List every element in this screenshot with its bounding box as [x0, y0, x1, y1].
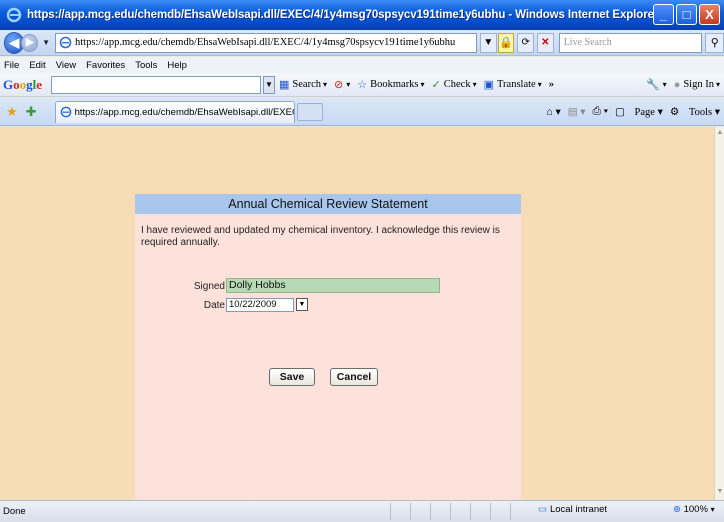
vertical-scrollbar[interactable]: ▲ ▼ [714, 127, 724, 500]
security-zone[interactable]: ▭ Local intranet [538, 504, 607, 515]
menu-edit[interactable]: Edit [29, 60, 45, 71]
page-icon [59, 36, 72, 49]
statement-text: I have reviewed and updated my chemical … [141, 225, 500, 248]
refresh-button[interactable]: ⟳ [517, 32, 534, 53]
translate-button[interactable]: ▣ Translate ▾ [484, 78, 542, 91]
menu-file[interactable]: File [4, 60, 19, 71]
page-menu-button[interactable]: ▢ Page ▾ [615, 106, 663, 118]
google-search-input[interactable] [51, 75, 261, 94]
menu-help[interactable]: Help [167, 60, 187, 71]
address-bar-row: ◀ ▶ ▼ https://app.mcg.edu/chemdb/EhsaWeb… [0, 30, 724, 56]
form-heading: Annual Chemical Review Statement [135, 194, 521, 214]
scroll-up-icon[interactable]: ▲ [716, 129, 724, 139]
window-title-bar: https://app.mcg.edu/chemdb/EhsaWebIsapi.… [0, 0, 724, 30]
popup-blocker-icon: ⊘ [334, 79, 344, 91]
date-field[interactable]: 10/22/2009 [226, 298, 294, 312]
signed-label: Signed [193, 281, 225, 292]
google-search-button[interactable]: ▦ Search ▾ [279, 78, 327, 91]
cancel-button[interactable]: Cancel [330, 368, 378, 386]
review-form-panel: Annual Chemical Review Statement I have … [135, 194, 521, 500]
google-toolbar: Google ▼ ▦ Search ▾ ⊘ ▾ ☆ Bookmarks ▾ ✓ Check ▾… [0, 73, 724, 97]
signed-field[interactable]: Dolly Hobbs [226, 278, 440, 293]
zoom-level[interactable]: ⊕ 100% ▾ [673, 504, 715, 515]
address-input[interactable]: https://app.mcg.edu/chemdb/EhsaWebIsapi.… [54, 32, 477, 53]
scroll-down-icon[interactable]: ▼ [716, 488, 724, 498]
menu-view[interactable]: View [56, 60, 76, 71]
live-search-input[interactable]: Live Search [558, 32, 703, 53]
user-icon: ● [673, 78, 681, 91]
maximize-button[interactable]: □ [676, 4, 697, 25]
bookmarks-button[interactable]: ☆ Bookmarks ▾ [357, 78, 424, 91]
stop-button[interactable]: ✕ [537, 32, 554, 53]
tools-menu-button[interactable]: ⚙ Tools ▾ [670, 106, 720, 118]
spellcheck-icon: ✓ [431, 79, 441, 91]
date-label: Date [203, 300, 225, 311]
add-favorites-icon[interactable]: ✚ [26, 104, 37, 120]
lock-icon[interactable]: 🔒 [497, 32, 515, 53]
menu-tools[interactable]: Tools [135, 60, 157, 71]
tab-bar: ★ ✚ https://app.mcg.edu/chemdb/EhsaWebIs… [0, 98, 724, 126]
new-tab-button[interactable] [296, 102, 323, 121]
search-icon[interactable]: ⚲ [705, 32, 724, 53]
sign-in-button[interactable]: ● Sign In ▾ [674, 79, 720, 91]
save-button[interactable]: Save [269, 368, 315, 386]
print-icon[interactable]: ⎙ ▾ [593, 106, 608, 118]
forward-button[interactable]: ▶ [21, 33, 39, 52]
google-logo: Google [3, 76, 43, 92]
history-dropdown-icon[interactable]: ▼ [42, 38, 50, 47]
wrench-button[interactable]: 🔧 ▾ [646, 78, 667, 91]
close-button[interactable]: X [699, 4, 720, 25]
spellcheck-button[interactable]: ✓ Check ▾ [432, 78, 477, 91]
feeds-icon[interactable]: ▤ ▾ [568, 106, 586, 118]
favorites-star-icon[interactable]: ★ [6, 104, 18, 120]
command-bar: ⌂ ▾ ▤ ▾ ⎙ ▾ ▢ Page ▾ ⚙ Tools ▾ [540, 106, 720, 118]
intranet-icon: ▭ [538, 504, 547, 515]
zoom-icon: ⊕ [673, 504, 681, 515]
status-bar: Done ▭ Local intranet ⊕ 100% ▾ [0, 500, 724, 522]
page-icon [60, 106, 71, 118]
home-icon[interactable]: ⌂ ▾ [547, 106, 561, 118]
menu-bar: File Edit View Favorites Tools Help [0, 57, 724, 73]
browser-tab[interactable]: https://app.mcg.edu/chemdb/EhsaWebIsapi.… [54, 100, 295, 123]
status-text: Done [3, 506, 26, 517]
wrench-icon: 🔧 [645, 79, 660, 91]
ie-logo-icon [6, 7, 22, 23]
date-picker-dropdown-icon[interactable]: ▼ [296, 298, 308, 311]
google-search-dropdown-icon[interactable]: ▼ [263, 75, 275, 94]
google-search-icon: ▦ [279, 79, 290, 91]
star-icon: ☆ [357, 79, 368, 91]
window-title: https://app.mcg.edu/chemdb/EhsaWebIsapi.… [27, 9, 659, 21]
menu-favorites[interactable]: Favorites [86, 60, 125, 71]
translate-icon: ▣ [483, 79, 495, 91]
address-dropdown-icon[interactable]: ▼ [479, 32, 497, 53]
page-content: Annual Chemical Review Statement I have … [0, 127, 714, 500]
minimize-button[interactable]: _ [653, 4, 674, 25]
status-cells [390, 503, 530, 520]
popup-blocker-button[interactable]: ⊘ ▾ [334, 78, 350, 91]
more-button[interactable]: » [549, 79, 554, 90]
